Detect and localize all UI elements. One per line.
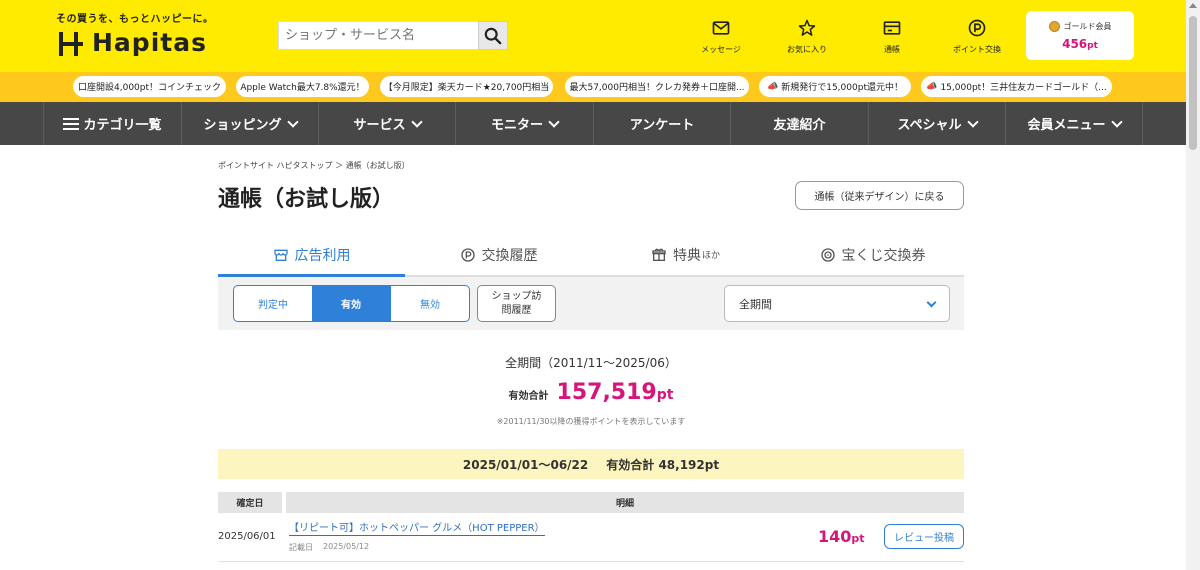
tab-benefits[interactable]: 特典 ほか	[592, 234, 779, 275]
point-exchange-icon	[968, 19, 986, 37]
shop-visit-history-button[interactable]: ショップ訪問履歴	[477, 285, 556, 322]
nav-shopping[interactable]: ショッピング	[181, 102, 318, 145]
nav-member-menu[interactable]: 会員メニュー	[1005, 102, 1143, 145]
row-ad-link[interactable]: 【リピート可】ホットペッパー グルメ（HOT PEPPER）	[289, 522, 545, 536]
chevron-down-icon	[966, 115, 979, 128]
nav-friend-referral[interactable]: 友達紹介	[730, 102, 868, 145]
period-total: 有効合計 48,192pt	[606, 457, 720, 472]
page: その買うを、もっとハッピーに。 Hapitas メッセージ お気に入り 通帳	[0, 0, 1200, 570]
gold-medal-icon	[1048, 20, 1060, 32]
total-value: 157,519pt	[556, 380, 674, 405]
search-icon	[484, 27, 502, 44]
chevron-down-icon	[410, 115, 423, 128]
scroll-up-icon[interactable]	[1189, 3, 1197, 8]
header-nav-point-exchange[interactable]: ポイント交換	[942, 18, 1012, 55]
campaign-link[interactable]: 📣 15,000pt！三井住友カードゴールド（...	[921, 76, 1112, 97]
campaign-link[interactable]: 口座開設4,000pt！コインチェック	[73, 76, 226, 97]
review-post-button[interactable]: レビュー投稿	[884, 524, 964, 549]
chevron-down-icon	[1110, 115, 1123, 128]
passbook-tabs: 広告利用 交換履歴 特典 ほか 宝くじ交換券	[218, 234, 964, 277]
chevron-down-icon	[548, 115, 560, 128]
logo-text: Hapitas	[92, 28, 207, 57]
nav-special[interactable]: スペシャル	[868, 102, 1005, 145]
target-icon	[820, 247, 835, 262]
point-exchange-icon	[460, 247, 475, 262]
shop-icon	[273, 249, 288, 261]
menu-icon	[63, 117, 80, 130]
site-header: その買うを、もっとハッピーに。 Hapitas メッセージ お気に入り 通帳	[0, 0, 1186, 72]
summary-note: ※2011/11/30以降の獲得ポイントを表示しています	[496, 417, 686, 426]
page-title: 通帳（お試し版）	[218, 187, 395, 212]
status-segmented-control: 判定中 有効 無効	[233, 285, 470, 322]
logo[interactable]: Hapitas	[56, 28, 207, 57]
total-label: 有効合計	[508, 391, 549, 402]
row-points: 140pt	[818, 527, 865, 546]
period-range: 2025/01/01～06/22	[462, 457, 589, 472]
filter-panel: 判定中 有効 無効 ショップ訪問履歴 全期間	[218, 277, 964, 330]
header-nav-label: メッセージ	[701, 45, 741, 54]
member-status-box[interactable]: ゴールド会員 456pt	[1026, 11, 1134, 60]
megaphone-icon: 📣	[767, 81, 779, 92]
tab-lottery-tickets[interactable]: 宝くじ交換券	[779, 234, 966, 275]
search-input[interactable]	[278, 21, 478, 50]
segment-valid[interactable]: 有効	[312, 286, 390, 321]
row-recorded: 記載日 2025/05/12	[289, 542, 369, 553]
summary-period: 全期間（2011/11～2025/06）	[505, 356, 677, 370]
chevron-down-icon	[286, 115, 299, 128]
header-nav-label: お気に入り	[787, 45, 827, 54]
period-select[interactable]: 全期間	[724, 285, 950, 322]
campaign-link[interactable]: Apple Watch最大7.8%還元！	[236, 76, 369, 97]
breadcrumb[interactable]: ポイントサイト ハピタストップ ＞ 通帳（お試し版）	[218, 160, 410, 171]
campaign-link[interactable]: 【今月限定】楽天カード★20,700円相当	[380, 76, 553, 97]
campaign-link[interactable]: 📣 新規発行で15,000pt還元中！	[759, 76, 911, 97]
column-header-detail: 明細	[286, 492, 964, 513]
recorded-label: 記載日	[289, 543, 313, 552]
passbook-icon	[883, 21, 901, 35]
mail-icon	[712, 21, 730, 35]
row-confirmed-date: 2025/06/01	[218, 531, 276, 542]
search-bar	[278, 21, 508, 50]
nav-category-list[interactable]: カテゴリ一覧	[43, 102, 181, 145]
logo-mark-icon	[56, 29, 84, 57]
nav-survey[interactable]: アンケート	[593, 102, 730, 145]
period-select-value: 全期間	[739, 297, 772, 311]
search-button[interactable]	[478, 21, 508, 50]
tagline: その買うを、もっとハッピーに。	[56, 14, 214, 25]
campaign-bar: 口座開設4,000pt！コインチェック Apple Watch最大7.8%還元！…	[0, 72, 1186, 102]
scrollbar[interactable]	[1186, 0, 1200, 570]
segment-invalid[interactable]: 無効	[390, 286, 469, 321]
period-total-band: 2025/01/01～06/22 有効合計 48,192pt	[218, 449, 964, 479]
column-header-date: 確定日	[218, 492, 282, 513]
header-nav-message[interactable]: メッセージ	[686, 18, 756, 55]
header-nav-label: 通帳	[884, 45, 900, 54]
star-icon	[798, 19, 816, 36]
header-nav-favorites[interactable]: お気に入り	[772, 18, 842, 55]
megaphone-icon: 📣	[926, 81, 938, 92]
main-nav: カテゴリ一覧 ショッピング サービス モニター アンケート 友達紹介 スペシャル…	[0, 102, 1186, 145]
row-divider	[218, 561, 964, 562]
recorded-date: 2025/05/12	[323, 542, 370, 551]
summary-total: 有効合計 157,519pt	[218, 380, 964, 405]
tab-exchange-history[interactable]: 交換履歴	[405, 234, 592, 275]
tab-ad-usage[interactable]: 広告利用	[218, 234, 405, 277]
header-nav-label: ポイント交換	[953, 45, 1001, 54]
nav-service[interactable]: サービス	[318, 102, 455, 145]
back-to-classic-button[interactable]: 通帳（従来デザイン）に戻る	[795, 181, 964, 210]
campaign-link[interactable]: 最大57,000円相当！クレカ発券＋口座開...	[565, 76, 749, 97]
scroll-thumb[interactable]	[1189, 16, 1197, 150]
header-nav-passbook[interactable]: 通帳	[857, 18, 927, 55]
gift-icon	[652, 248, 666, 261]
segment-pending[interactable]: 判定中	[234, 286, 312, 321]
member-rank: ゴールド会員	[1063, 21, 1112, 31]
chevron-down-icon	[926, 297, 937, 308]
nav-monitor[interactable]: モニター	[455, 102, 593, 145]
member-points: 456pt	[1062, 36, 1098, 51]
